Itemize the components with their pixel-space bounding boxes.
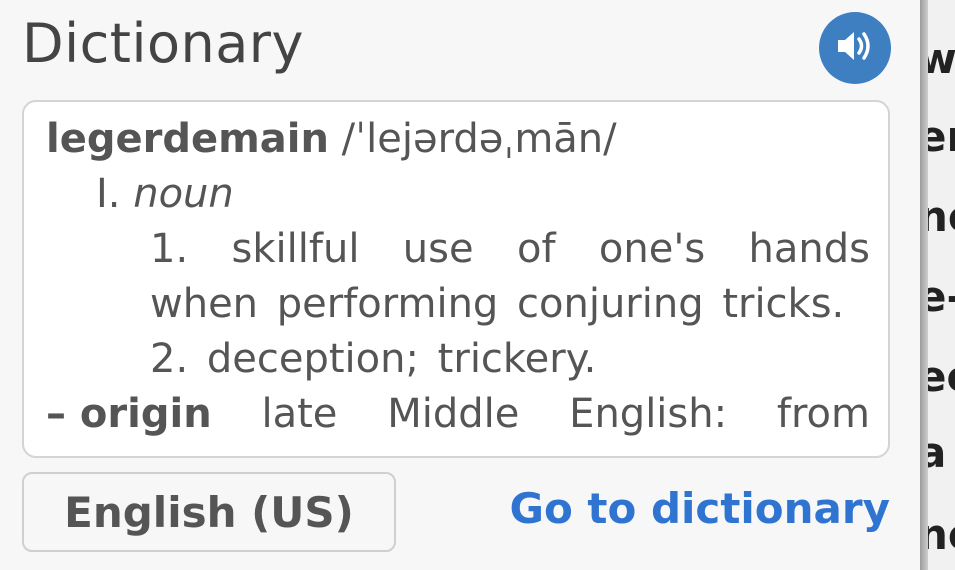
pronounce-button[interactable] (819, 12, 891, 84)
popup-title: Dictionary (22, 12, 304, 75)
go-to-dictionary-link[interactable]: Go to dictionary (509, 484, 890, 534)
origin-line: – origin late Middle English: from (46, 387, 870, 442)
sense-1: 1. skillful use of one's hands when perf… (150, 226, 870, 327)
language-button[interactable]: English (US) (22, 472, 396, 552)
sense-2: 2. deception; trickery. (150, 336, 597, 382)
definition-panel[interactable]: legerdemain /ˈlejərdəˌmān/ I. noun 1. sk… (22, 100, 890, 458)
part-of-speech: noun (133, 171, 234, 217)
dictionary-popup: Dictionary legerdemain /ˈlejərdəˌmān/ I.… (0, 0, 920, 570)
origin-label: – origin (46, 391, 212, 437)
origin-word: English: (569, 391, 728, 437)
part-of-speech-line: I. noun (46, 167, 870, 222)
popup-shadow-edge (920, 0, 928, 570)
pos-numeral: I. (96, 171, 121, 217)
origin-word: Middle (387, 391, 520, 437)
pronunciation: /ˈlejərdəˌmān/ (341, 116, 617, 162)
headword: legerdemain (46, 116, 329, 162)
origin-word: late (261, 391, 338, 437)
definition-content: legerdemain /ˈlejərdəˌmān/ I. noun 1. sk… (46, 112, 870, 442)
headword-line: legerdemain /ˈlejərdəˌmān/ (46, 112, 870, 167)
speaker-icon (835, 28, 875, 68)
origin-word: from (776, 391, 870, 437)
